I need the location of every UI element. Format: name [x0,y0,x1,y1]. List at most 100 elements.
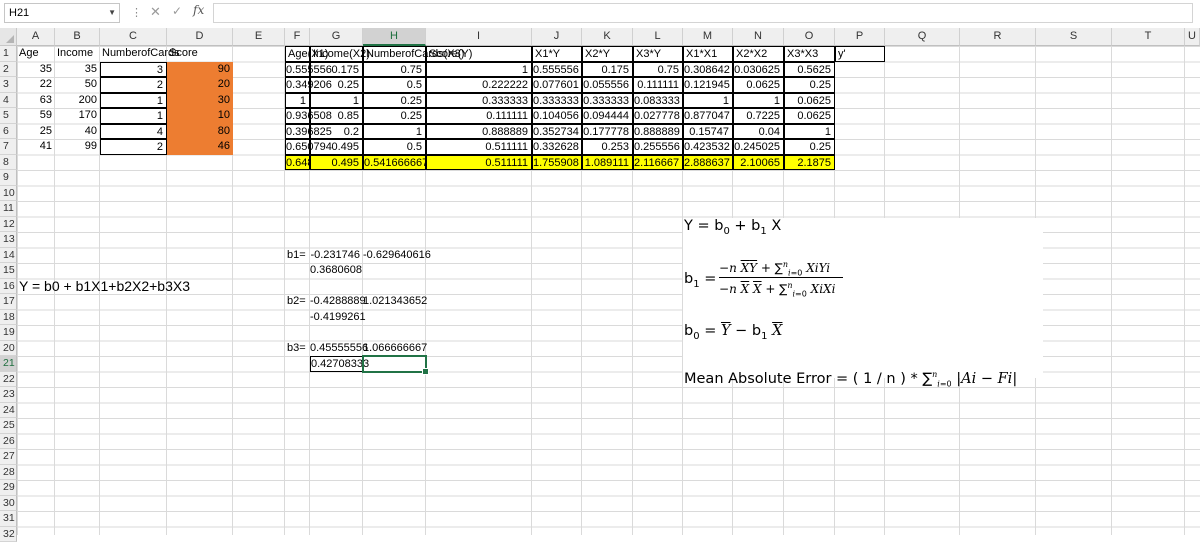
header-cell-f[interactable]: Age(X1) [285,46,310,62]
data-cell-d3[interactable]: 20 [167,77,233,93]
data-cell-j3[interactable]: 0.077601 [532,77,582,93]
row-header-21[interactable]: 21 [0,356,17,372]
b2-label[interactable]: b2= [285,294,310,310]
row-header-7[interactable]: 7 [0,139,17,155]
column-header-c[interactable]: C [100,28,167,46]
data-cell-i4[interactable]: 0.333333 [426,93,532,109]
data-cell-o6[interactable]: 1 [784,124,835,140]
b1-value-h14[interactable]: -0.629640616 [363,248,426,264]
data-cell-m6[interactable]: 0.15747 [683,124,733,140]
data-cell-l7[interactable]: 0.255556 [633,139,683,155]
data-cell-c6[interactable]: 4 [100,124,167,140]
row-header-6[interactable]: 6 [0,124,17,140]
average-cell-m[interactable]: 2.888637 [683,155,733,171]
data-cell-l6[interactable]: 0.888889 [633,124,683,140]
data-cell-g3[interactable]: 0.25 [310,77,363,93]
data-cell-n3[interactable]: 0.0625 [733,77,784,93]
column-header-b[interactable]: B [55,28,100,46]
b3-value-g21[interactable]: 0.42708333 [310,356,363,372]
row-header-27[interactable]: 27 [0,449,17,465]
column-header-l[interactable]: L [633,28,683,46]
column-header-m[interactable]: M [683,28,733,46]
row-header-18[interactable]: 18 [0,310,17,326]
data-cell-o4[interactable]: 0.0625 [784,93,835,109]
column-header-h[interactable]: H [363,28,426,46]
header-cell-k[interactable]: X2*Y [582,46,633,62]
column-header-n[interactable]: N [733,28,784,46]
row-header-23[interactable]: 23 [0,387,17,403]
column-header-q[interactable]: Q [885,28,960,46]
data-cell-c3[interactable]: 2 [100,77,167,93]
data-cell-h5[interactable]: 0.25 [363,108,426,124]
header-cell-o[interactable]: X3*X3 [784,46,835,62]
b2-value-g18[interactable]: -0.4199261 [310,310,363,326]
data-cell-h2[interactable]: 0.75 [363,62,426,78]
data-cell-k5[interactable]: 0.094444 [582,108,633,124]
data-cell-i7[interactable]: 0.511111 [426,139,532,155]
data-cell-m7[interactable]: 0.423532 [683,139,733,155]
average-cell-n[interactable]: 2.10065 [733,155,784,171]
b2-value-g17[interactable]: -0.4288889 [310,294,363,310]
data-cell-l3[interactable]: 0.111111 [633,77,683,93]
data-cell-g2[interactable]: 0.175 [310,62,363,78]
row-header-5[interactable]: 5 [0,108,17,124]
data-cell-b5[interactable]: 170 [55,108,100,124]
data-cell-m3[interactable]: 0.121945 [683,77,733,93]
header-cell-c[interactable]: NumberofCards [100,46,167,62]
header-cell-a[interactable]: Age [17,46,55,62]
b1-value-g15[interactable]: 0.3680608 [310,263,363,279]
average-cell-l[interactable]: 2.116667 [633,155,683,171]
column-header-d[interactable]: D [167,28,233,46]
data-cell-j2[interactable]: 0.555556 [532,62,582,78]
data-cell-n6[interactable]: 0.04 [733,124,784,140]
data-cell-n2[interactable]: 0.030625 [733,62,784,78]
data-cell-o3[interactable]: 0.25 [784,77,835,93]
data-cell-b2[interactable]: 35 [55,62,100,78]
row-header-12[interactable]: 12 [0,217,17,233]
row-header-29[interactable]: 29 [0,480,17,496]
average-cell-g[interactable]: 0.495 [310,155,363,171]
data-cell-c2[interactable]: 3 [100,62,167,78]
row-header-20[interactable]: 20 [0,341,17,357]
data-cell-h7[interactable]: 0.5 [363,139,426,155]
header-cell-m[interactable]: X1*X1 [683,46,733,62]
data-cell-f3[interactable]: 0.349206 [285,77,310,93]
select-all-button[interactable] [0,28,17,46]
data-cell-h6[interactable]: 1 [363,124,426,140]
data-cell-g5[interactable]: 0.85 [310,108,363,124]
b2-value-h17[interactable]: 1.021343652 [363,294,426,310]
row-header-19[interactable]: 19 [0,325,17,341]
active-cell-selection[interactable] [362,355,427,373]
row-header-4[interactable]: 4 [0,93,17,109]
column-header-f[interactable]: F [285,28,310,46]
chevron-down-icon[interactable]: ▼ [108,4,116,22]
data-cell-c7[interactable]: 2 [100,139,167,155]
column-header-k[interactable]: K [582,28,633,46]
column-header-p[interactable]: P [835,28,885,46]
row-header-14[interactable]: 14 [0,248,17,264]
data-cell-d2[interactable]: 90 [167,62,233,78]
header-cell-l[interactable]: X3*Y [633,46,683,62]
data-cell-f7[interactable]: 0.650794 [285,139,310,155]
data-cell-i3[interactable]: 0.222222 [426,77,532,93]
header-cell-h[interactable]: NumberofCards(X3) [363,46,426,62]
data-cell-j5[interactable]: 0.104056 [532,108,582,124]
average-cell-k[interactable]: 1.089111 [582,155,633,171]
row-header-24[interactable]: 24 [0,403,17,419]
data-cell-g6[interactable]: 0.2 [310,124,363,140]
row-header-31[interactable]: 31 [0,511,17,527]
row-header-15[interactable]: 15 [0,263,17,279]
row-header-32[interactable]: 32 [0,527,17,542]
data-cell-k3[interactable]: 0.055556 [582,77,633,93]
data-cell-a2[interactable]: 35 [17,62,55,78]
column-header-o[interactable]: O [784,28,835,46]
column-header-r[interactable]: R [960,28,1036,46]
data-cell-g7[interactable]: 0.495 [310,139,363,155]
header-cell-n[interactable]: X2*X2 [733,46,784,62]
name-box[interactable]: H21 ▼ [4,3,120,23]
data-cell-c5[interactable]: 1 [100,108,167,124]
data-cell-n7[interactable]: 0.245025 [733,139,784,155]
data-cell-g4[interactable]: 1 [310,93,363,109]
row-header-3[interactable]: 3 [0,77,17,93]
data-cell-o2[interactable]: 0.5625 [784,62,835,78]
